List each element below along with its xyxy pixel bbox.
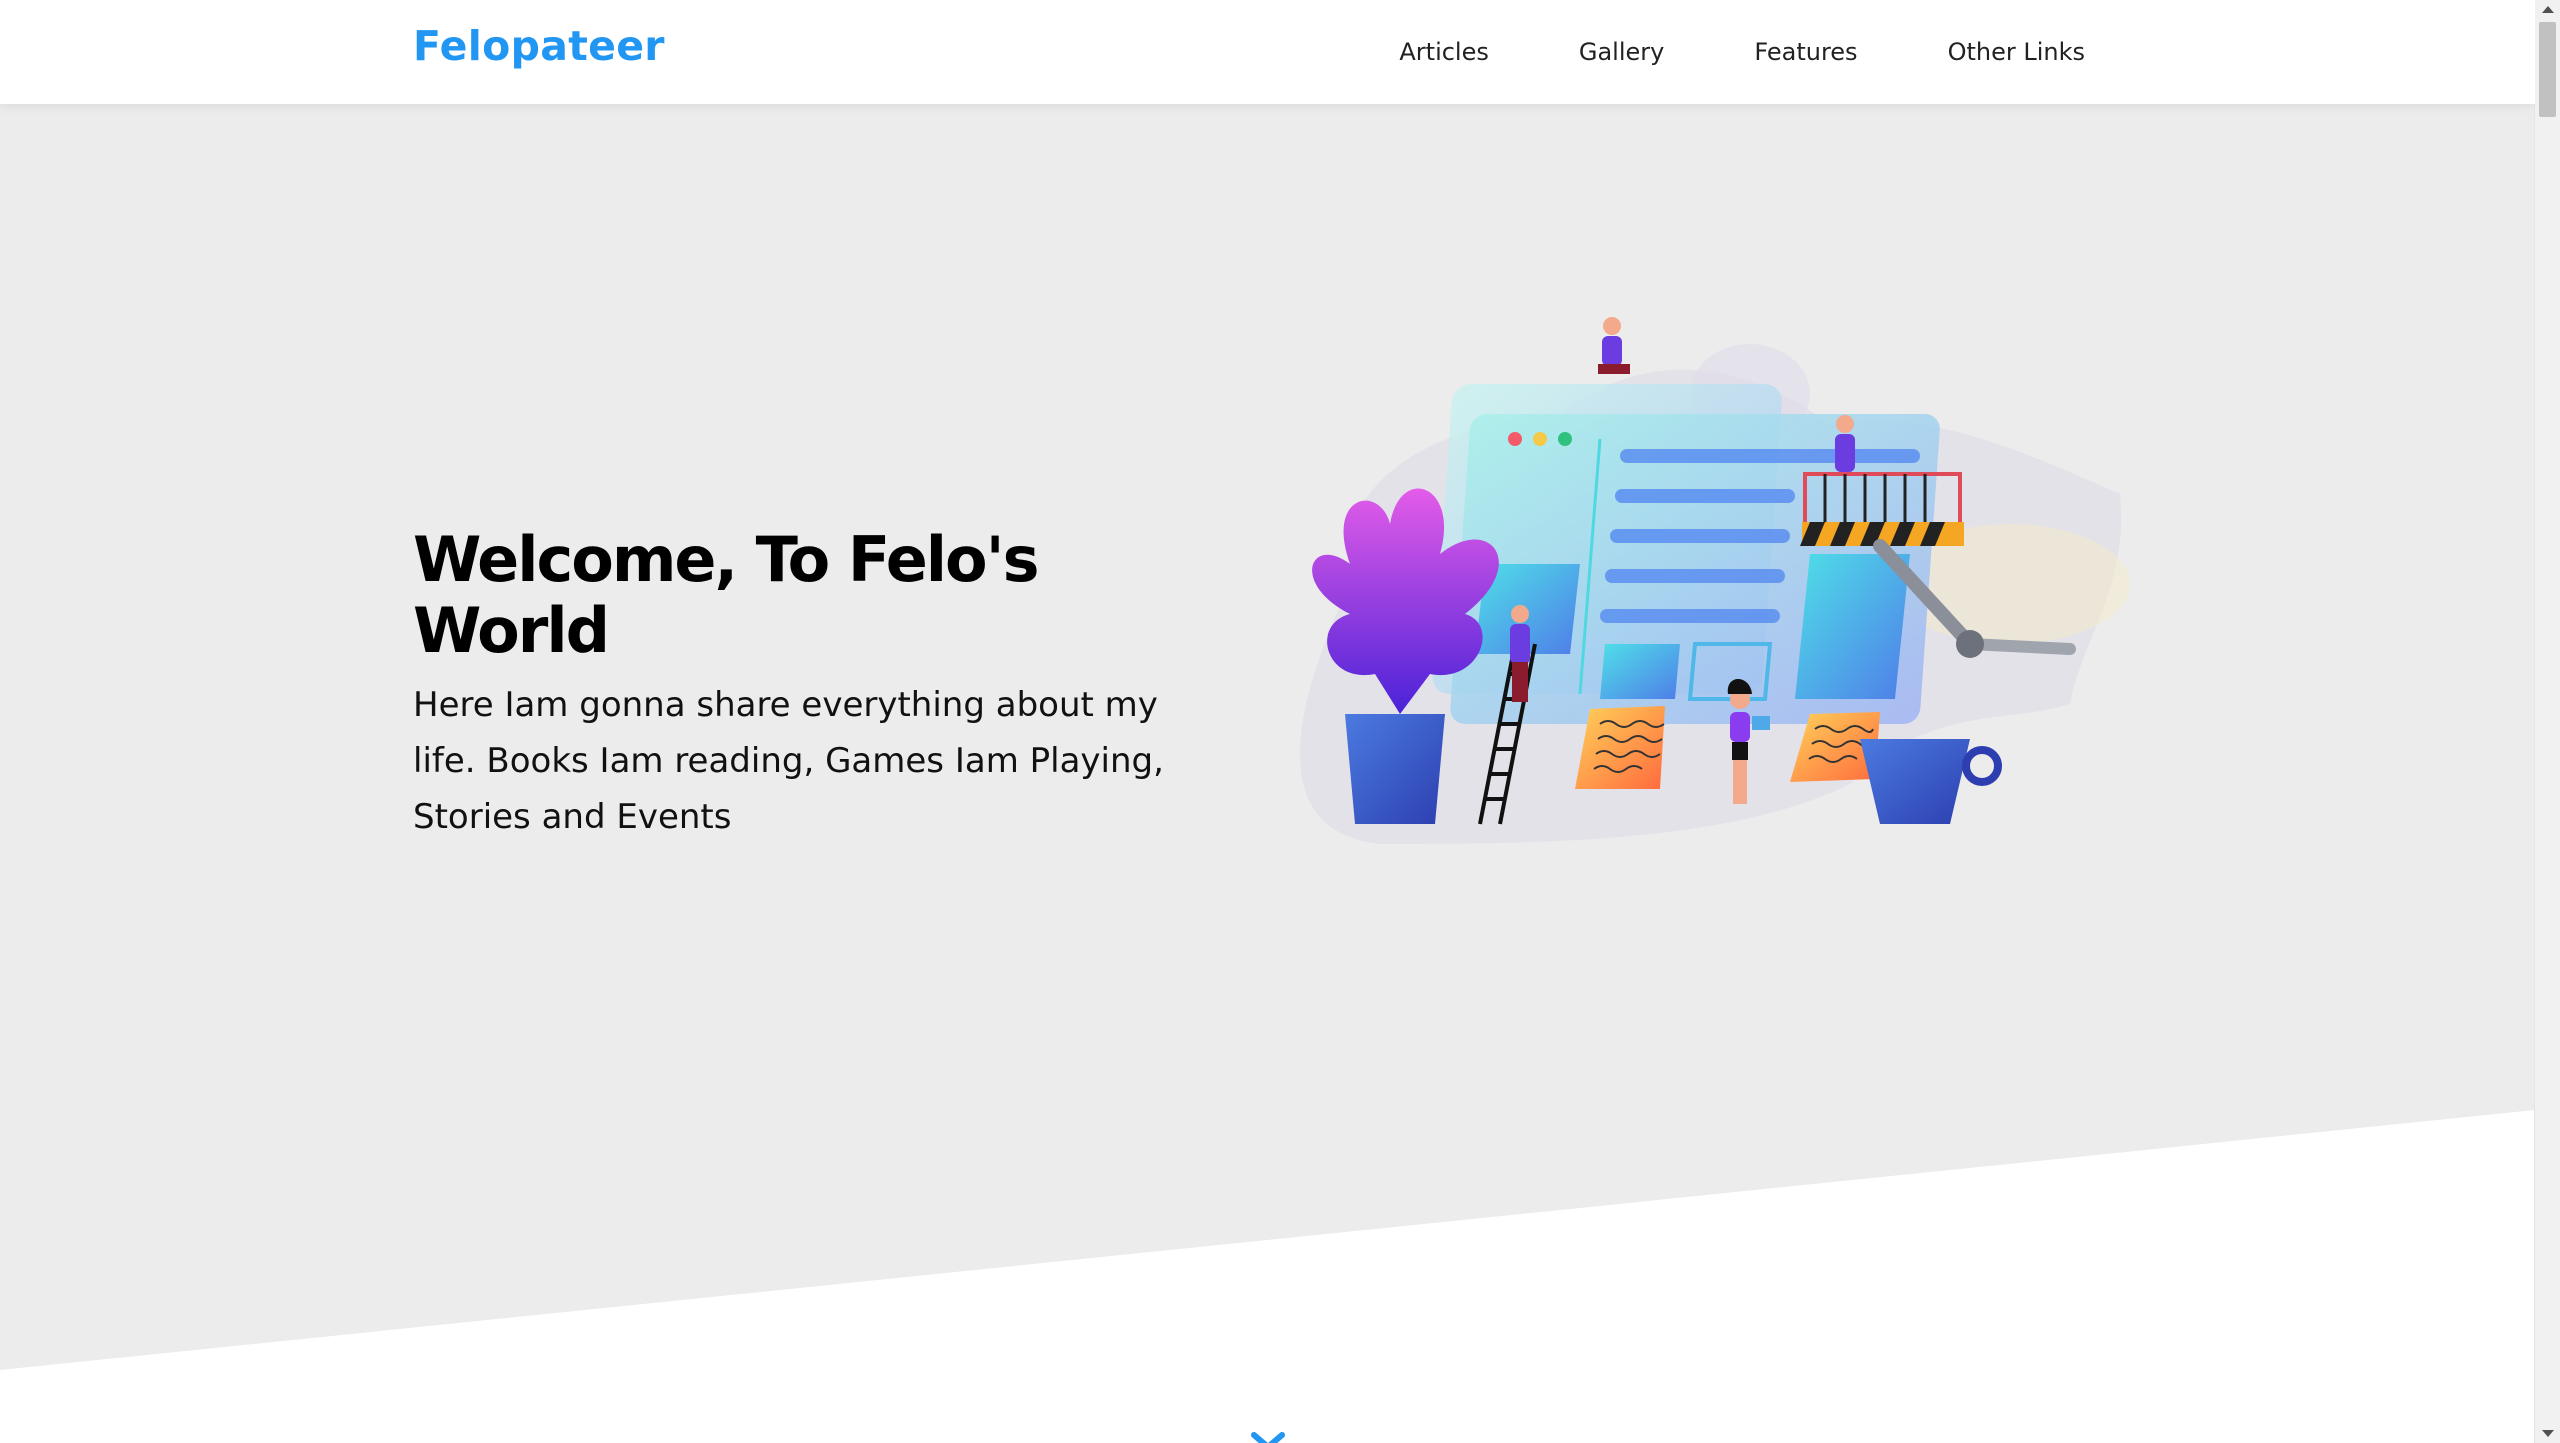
double-chevron-down-icon[interactable] <box>1248 1429 1288 1443</box>
main-nav: Articles Gallery Features Other Links <box>1354 0 2085 104</box>
site-header: Felopateer Articles Gallery Features Oth… <box>0 0 2535 104</box>
hero-description: Here Iam gonna share everything about my… <box>413 684 1164 837</box>
nav-link-articles[interactable]: Articles <box>1354 0 1534 104</box>
logo-link[interactable]: Felopateer <box>413 22 665 70</box>
website-builders-illustration <box>1299 317 2130 844</box>
page-scrollbar[interactable] <box>2534 0 2560 1443</box>
scrollbar-thumb[interactable] <box>2539 22 2556 117</box>
hero-title: Welcome, To Felo's World <box>413 523 1039 668</box>
nav-link-features[interactable]: Features <box>1709 0 1902 104</box>
page: Felopateer Articles Gallery Features Oth… <box>0 0 2535 1443</box>
nav-link-gallery[interactable]: Gallery <box>1534 0 1709 104</box>
hero-text: Welcome, To Felo's World Here Iam gonna … <box>413 524 1173 845</box>
hero-section: Welcome, To Felo's World Here Iam gonna … <box>0 104 2535 1443</box>
scroll-down-arrow-icon[interactable] <box>2542 1430 2554 1437</box>
nav-link-other-links[interactable]: Other Links <box>1903 0 2085 104</box>
scroll-up-arrow-icon[interactable] <box>2542 6 2554 13</box>
